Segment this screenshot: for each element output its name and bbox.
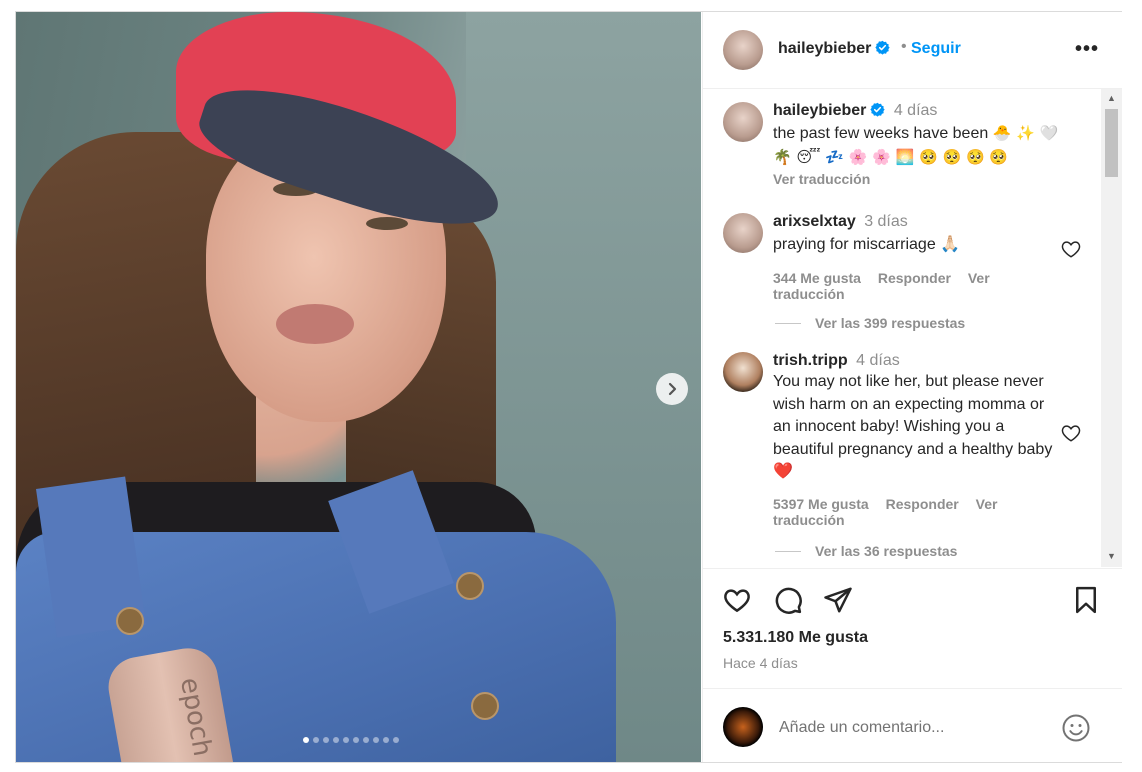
view-replies-link[interactable]: Ver las 399 respuestas — [775, 315, 965, 331]
comment-likes[interactable]: 5397 Me gusta — [773, 496, 869, 512]
scroll-up-arrow-icon[interactable]: ▲ — [1105, 92, 1118, 105]
caption-username[interactable]: haileybieber — [773, 102, 866, 119]
scrollbar-thumb[interactable] — [1105, 109, 1118, 177]
comment-like-heart-icon[interactable] — [1060, 238, 1082, 260]
carousel-dot — [333, 737, 339, 743]
share-paper-plane-icon[interactable] — [823, 585, 853, 615]
verified-badge-icon — [870, 102, 885, 117]
view-replies-link[interactable]: Ver las 36 respuestas — [775, 543, 957, 559]
caption-emojis-line2: 🌴 😴 💤 🌸 🌸 🌅 🥺 🥺 🥺 🥺 — [773, 147, 1009, 166]
author-username[interactable]: haileybieber — [778, 40, 890, 58]
carousel-dots — [303, 737, 399, 743]
comment-bubble-icon[interactable] — [773, 585, 803, 615]
caption-translate-link[interactable]: Ver traducción — [773, 171, 1073, 187]
post-header: haileybieber • Seguir ••• — [703, 12, 1122, 89]
caption-avatar[interactable] — [723, 102, 763, 142]
comment-reply-button[interactable]: Responder — [886, 496, 959, 512]
carousel-dot — [363, 737, 369, 743]
comment-time[interactable]: 4 días — [856, 352, 900, 369]
comment-text: You may not like her, but please never w… — [773, 373, 1053, 480]
comment-reply-button[interactable]: Responder — [878, 270, 951, 286]
carousel-dot — [393, 737, 399, 743]
carousel-dot — [343, 737, 349, 743]
commenter-username[interactable]: arixselxtay — [773, 213, 856, 230]
verified-badge-icon — [875, 40, 890, 55]
carousel-dot — [353, 737, 359, 743]
caption-text: the past few weeks have been — [773, 125, 989, 142]
add-comment-input[interactable] — [777, 713, 1051, 743]
separator-dot: • — [901, 38, 907, 55]
next-image-button[interactable] — [656, 373, 688, 405]
comment-text: praying for miscarriage 🙏🏻 — [773, 236, 961, 253]
comment-likes[interactable]: 344 Me gusta — [773, 270, 861, 286]
chevron-right-icon — [668, 382, 677, 396]
carousel-dot — [373, 737, 379, 743]
like-heart-icon[interactable] — [722, 585, 752, 615]
author-avatar[interactable] — [723, 30, 763, 70]
save-bookmark-icon[interactable] — [1071, 585, 1101, 615]
carousel-dot — [383, 737, 389, 743]
comment-like-heart-icon[interactable] — [1060, 422, 1082, 444]
add-comment-bar — [703, 688, 1122, 763]
post-timestamp[interactable]: Hace 4 días — [723, 655, 798, 671]
commenter-avatar[interactable] — [723, 213, 763, 253]
carousel-dot — [303, 737, 309, 743]
comments-list[interactable]: haileybieber 4 días the past few weeks h… — [703, 89, 1122, 567]
emoji-smiley-icon[interactable] — [1061, 713, 1091, 743]
scroll-down-arrow-icon[interactable]: ▼ — [1105, 550, 1118, 563]
likes-count[interactable]: 5.331.180 Me gusta — [723, 629, 868, 647]
carousel-dot — [313, 737, 319, 743]
caption-time[interactable]: 4 días — [894, 102, 938, 119]
commenter-username[interactable]: trish.tripp — [773, 352, 848, 369]
current-user-avatar — [723, 707, 763, 747]
commenter-avatar[interactable] — [723, 352, 763, 392]
carousel-dot — [323, 737, 329, 743]
comment-time[interactable]: 3 días — [864, 213, 908, 230]
more-options-button[interactable]: ••• — [1075, 38, 1099, 61]
follow-button[interactable]: Seguir — [911, 40, 961, 58]
caption-emojis: 🐣 ✨ 🤍 — [992, 124, 1059, 142]
post-photo[interactable]: epoch — [16, 12, 701, 762]
post-side-panel: haileybieber • Seguir ••• haileybieber 4… — [702, 12, 1122, 762]
post-actions: 5.331.180 Me gusta Hace 4 días — [703, 568, 1122, 689]
